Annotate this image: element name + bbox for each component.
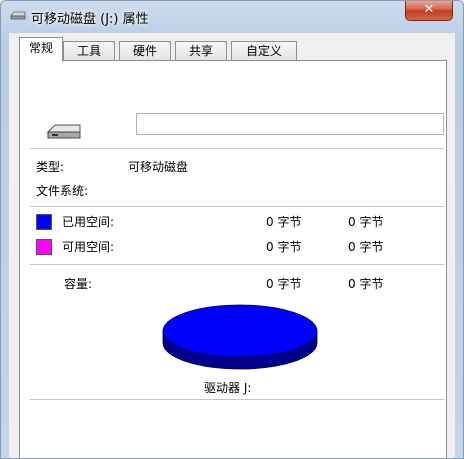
window-title: 可移动磁盘 (J:) 属性 [31, 12, 149, 27]
tab-customize[interactable]: 自定义 [231, 41, 297, 61]
tab-panel-general: 类型: 可移动磁盘 文件系统: 已用空间: 0 字节 0 字节 可用空间: 0 … [19, 60, 447, 458]
file-system-label: 文件系统: [36, 184, 89, 198]
type-label: 类型: [36, 160, 65, 174]
free-space-label: 可用空间: [62, 240, 115, 254]
separator [30, 206, 444, 207]
used-space-bytes: 0 字节 [266, 215, 302, 229]
separator [30, 264, 444, 265]
tab-tools[interactable]: 工具 [63, 41, 115, 61]
capacity-bytes: 0 字节 [266, 277, 302, 291]
used-space-label: 已用空间: [62, 215, 115, 229]
free-space-swatch [36, 239, 52, 255]
title-bar[interactable]: 可移动磁盘 (J:) 属性 ✕ [1, 1, 463, 31]
drive-name-input[interactable] [136, 113, 444, 135]
capacity-label: 容量: [64, 277, 93, 291]
separator [30, 148, 444, 149]
used-space-size: 0 字节 [348, 215, 384, 229]
tab-hardware[interactable]: 硬件 [119, 41, 171, 61]
used-space-swatch [36, 214, 52, 230]
free-space-size: 0 字节 [348, 240, 384, 254]
capacity-size: 0 字节 [348, 277, 384, 291]
disk-usage-pie-chart [162, 304, 318, 370]
tab-strip: 常规 工具 硬件 共享 自定义 [9, 33, 455, 62]
tab-general[interactable]: 常规 [19, 37, 63, 62]
removable-drive-icon [10, 11, 26, 20]
dialog-body: 常规 工具 硬件 共享 自定义 类型: 可移动磁盘 文件系统: 已用空间: 0 … [9, 33, 455, 458]
type-value: 可移动磁盘 [128, 160, 189, 174]
properties-window: 可移动磁盘 (J:) 属性 ✕ 常规 工具 硬件 共享 自定义 类型: 可移动磁… [0, 0, 464, 459]
drive-letter-label: 驱动器 J: [204, 381, 252, 395]
tab-sharing[interactable]: 共享 [175, 41, 227, 61]
free-space-bytes: 0 字节 [266, 240, 302, 254]
separator [30, 399, 444, 400]
close-button[interactable]: ✕ [405, 1, 453, 21]
removable-drive-icon [46, 124, 81, 139]
